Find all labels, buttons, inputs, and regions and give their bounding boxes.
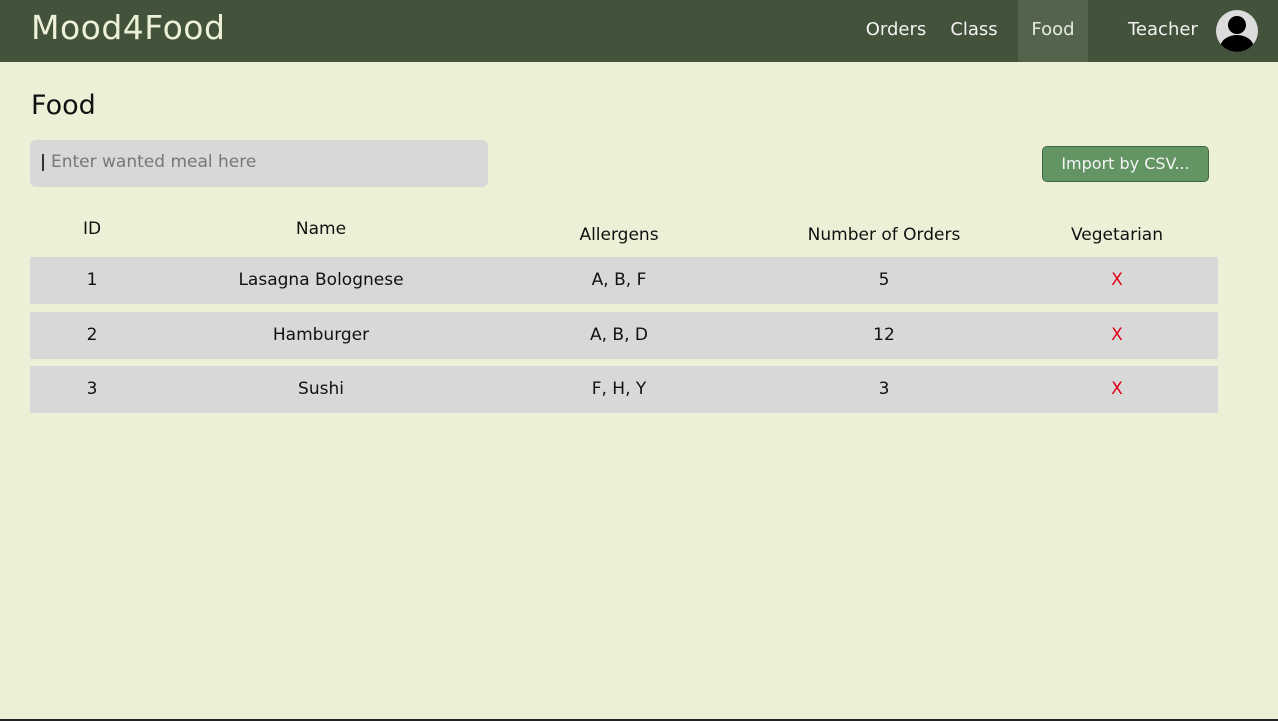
cell-vegetarian: X	[1111, 325, 1123, 345]
cell-name: Lasagna Bolognese	[238, 270, 404, 290]
cell-vegetarian: X	[1111, 270, 1123, 290]
brand-logo[interactable]: Mood4Food	[31, 8, 225, 47]
user-role-label[interactable]: Teacher	[1128, 0, 1198, 62]
cell-orders: 5	[878, 270, 890, 290]
cell-name: Hamburger	[272, 325, 370, 345]
import-csv-button[interactable]: Import by CSV...	[1042, 146, 1209, 182]
cell-orders: 12	[873, 325, 895, 345]
search-input[interactable]	[49, 151, 453, 173]
cell-id: 1	[86, 270, 98, 290]
table-row[interactable]: 3 Sushi F, H, Y 3 X	[30, 366, 1218, 413]
page-title: Food	[31, 90, 96, 121]
column-header-orders[interactable]: Number of Orders	[808, 225, 961, 245]
text-caret	[42, 153, 44, 171]
cell-id: 2	[86, 325, 98, 345]
table-row[interactable]: 2 Hamburger A, B, D 12 X	[30, 312, 1218, 359]
top-navbar: Mood4Food Orders Class Food Teacher	[0, 0, 1278, 62]
cell-allergens: A, B, F	[591, 270, 647, 290]
nav-item-class[interactable]: Class	[944, 0, 1004, 62]
cell-id: 3	[86, 379, 98, 399]
search-box[interactable]	[30, 140, 488, 187]
cell-allergens: F, H, Y	[591, 379, 647, 399]
column-header-vegetarian[interactable]: Vegetarian	[1071, 225, 1163, 245]
user-avatar-icon[interactable]	[1216, 10, 1258, 52]
table-row[interactable]: 1 Lasagna Bolognese A, B, F 5 X	[30, 257, 1218, 304]
column-header-name[interactable]: Name	[296, 219, 346, 239]
cell-orders: 3	[878, 379, 890, 399]
nav-item-food[interactable]: Food	[1018, 0, 1088, 62]
nav-item-orders[interactable]: Orders	[858, 0, 934, 62]
user-silhouette-icon	[1220, 16, 1254, 52]
cell-allergens: A, B, D	[590, 325, 648, 345]
cell-name: Sushi	[298, 379, 344, 399]
cell-vegetarian: X	[1111, 379, 1123, 399]
column-header-id[interactable]: ID	[83, 219, 101, 239]
column-header-allergens[interactable]: Allergens	[579, 225, 658, 245]
